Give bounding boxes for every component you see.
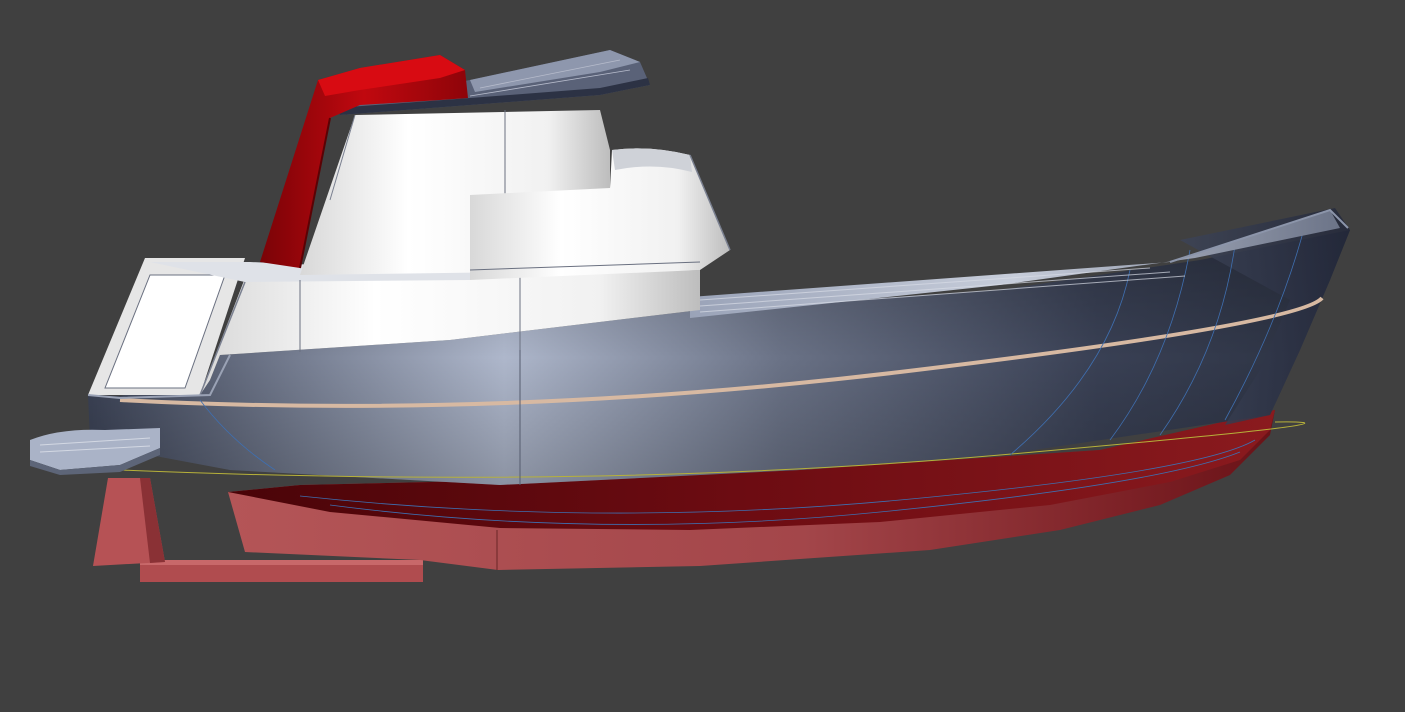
render-viewport xyxy=(0,0,1405,712)
keel-bar xyxy=(140,560,423,582)
tugboat-model xyxy=(30,50,1350,582)
rudder xyxy=(93,478,165,566)
swim-platform xyxy=(30,428,160,475)
